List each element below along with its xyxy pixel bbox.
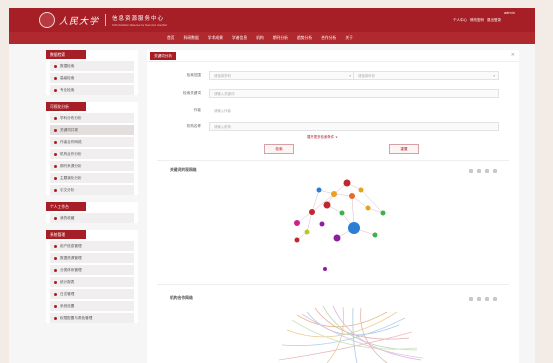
sidebar-item-label: 统计报表 — [60, 279, 75, 284]
nav-item[interactable]: 趋势分析 — [297, 35, 312, 41]
bullet-icon — [54, 216, 57, 220]
sidebar-group-analysis: 可视化分析 学科分布分析 关键词共现 作者合作网络 机构合作分析 期刊来源分析 … — [46, 102, 138, 195]
sidebar-item[interactable]: 专业检索 — [50, 85, 134, 95]
header: 人民大学 信息资源服务中心 Information Resource Servi… — [9, 8, 535, 32]
user-link-logout[interactable]: 退出登录 — [487, 18, 501, 23]
sidebar-item[interactable]: 统计报表 — [50, 277, 134, 287]
logo[interactable]: 人民大学 信息资源服务中心 Information Resource Servi… — [39, 12, 167, 28]
sidebar-item[interactable]: 分类体系管理 — [50, 265, 134, 275]
bullet-icon — [54, 244, 57, 248]
sidebar-item[interactable]: 学科分布分析 — [50, 113, 134, 123]
sidebar-item-active[interactable]: 关键词共现 — [50, 125, 134, 135]
bullet-icon — [54, 256, 57, 260]
sidebar-item[interactable]: 主题演化分析 — [50, 173, 134, 183]
sidebar-item[interactable]: 数据检索 — [50, 61, 134, 71]
nav-item[interactable]: 首页 — [167, 35, 175, 41]
sidebar-item-label: 数据资源管理 — [60, 255, 82, 260]
sidebar-group-title: 数据检索 — [46, 50, 86, 59]
bullet-icon — [54, 116, 57, 120]
sidebar: 数据检索 数据检索 高级检索 专业检索 可视化分析 学科分布分析 关键词共现 作… — [46, 50, 138, 330]
sidebar-item-label: 分类体系管理 — [60, 267, 82, 272]
bullet-icon — [54, 88, 57, 92]
sidebar-item-label: 我的收藏 — [60, 215, 75, 220]
nav-item[interactable]: 科研数据 — [184, 35, 199, 41]
bullet-icon — [54, 280, 57, 284]
sidebar-item-label: 关键词共现 — [60, 127, 78, 132]
sidebar-group-title: 可视化分析 — [46, 102, 86, 111]
logo-divider — [105, 14, 107, 26]
sidebar-group-system: 系统管理 用户信息管理 数据资源管理 分类体系管理 统计报表 日志管理 系统设置… — [46, 230, 138, 323]
page: 人民大学 信息资源服务中心 Information Resource Servi… — [9, 8, 535, 363]
center-name: 信息资源服务中心 — [112, 15, 165, 22]
sidebar-item-label: 日志管理 — [60, 291, 75, 296]
sidebar-group-search: 数据检索 数据检索 高级检索 专业检索 — [46, 50, 138, 95]
sidebar-item-label: 系统设置 — [60, 303, 75, 308]
nav-item[interactable]: 学者信息 — [232, 35, 247, 41]
bullet-icon — [54, 188, 57, 192]
sidebar-item-label: 作者合作网络 — [60, 139, 82, 144]
sidebar-item-label: 专业检索 — [60, 87, 75, 92]
bullet-icon — [54, 304, 57, 308]
university-seal-icon — [39, 12, 55, 28]
logo-text: 人民大学 — [59, 16, 100, 27]
sidebar-group-title: 系统管理 — [46, 230, 86, 239]
user-link-profile[interactable]: 个人中心 — [453, 18, 467, 23]
bullet-icon — [54, 176, 57, 180]
sidebar-item[interactable]: 用户信息管理 — [50, 241, 134, 251]
center-title: 信息资源服务中心 Information Resource Service Ce… — [112, 14, 167, 27]
center-name-en: Information Resource Service Center — [112, 22, 168, 27]
sidebar-item[interactable]: 我的收藏 — [50, 213, 134, 223]
sidebar-item[interactable]: 作者合作网络 — [50, 137, 134, 147]
sidebar-item-label: 高级检索 — [60, 75, 75, 80]
sidebar-item-label: 期刊来源分析 — [60, 163, 82, 168]
user-links: 个人中心 修改密码 退出登录 — [453, 18, 501, 23]
sidebar-item-label: 学科分布分析 — [60, 115, 82, 120]
nav-item[interactable]: 期刊分析 — [273, 35, 288, 41]
sidebar-item-label: 用户信息管理 — [60, 243, 82, 248]
bullet-icon — [54, 76, 57, 80]
bullet-icon — [54, 140, 57, 144]
sidebar-item[interactable]: 高级检索 — [50, 73, 134, 83]
sidebar-item[interactable]: 数据资源管理 — [50, 253, 134, 263]
sidebar-item[interactable]: 日志管理 — [50, 289, 134, 299]
bullet-icon — [54, 164, 57, 168]
nav-item[interactable]: 学术成果 — [208, 35, 223, 41]
bullet-icon — [54, 268, 57, 272]
bullet-icon — [54, 316, 57, 320]
main-panel: 关键词分析 × 检索范围 请选择学科 ▾ 请选择年份 ▾ 检索关键词 请输入关键… — [147, 50, 519, 363]
org-chord-graph[interactable] — [147, 50, 519, 363]
sidebar-item-label: 数据检索 — [60, 63, 75, 68]
sidebar-item[interactable]: 机构合作分析 — [50, 149, 134, 159]
bullet-icon — [54, 128, 57, 132]
sidebar-item-label: 引文分析 — [60, 187, 75, 192]
sidebar-item[interactable]: 权限配置与角色管理 — [50, 313, 134, 323]
sidebar-item-label: 机构合作分析 — [60, 151, 82, 156]
bullet-icon — [54, 152, 57, 156]
nav-item[interactable]: 合作分析 — [321, 35, 336, 41]
sidebar-item[interactable]: 引文分析 — [50, 185, 134, 195]
sidebar-group-workspace: 个人工作台 我的收藏 — [46, 202, 138, 223]
nav-item[interactable]: 关于 — [345, 35, 353, 41]
main-nav: 首页 科研数据 学术成果 学者信息 机构 期刊分析 趋势分析 合作分析 关于 — [9, 32, 535, 44]
chord-links — [278, 305, 424, 363]
sidebar-item-label: 权限配置与角色管理 — [60, 315, 93, 320]
user-link-password[interactable]: 修改密码 — [470, 18, 484, 23]
sidebar-item-label: 主题演化分析 — [60, 175, 82, 180]
bullet-icon — [54, 64, 57, 68]
bullet-icon — [54, 292, 57, 296]
sidebar-item[interactable]: 期刊来源分析 — [50, 161, 134, 171]
user-name[interactable]: admin — [504, 11, 515, 15]
sidebar-item[interactable]: 系统设置 — [50, 301, 134, 311]
sidebar-group-title: 个人工作台 — [46, 202, 86, 211]
nav-item[interactable]: 机构 — [256, 35, 264, 41]
